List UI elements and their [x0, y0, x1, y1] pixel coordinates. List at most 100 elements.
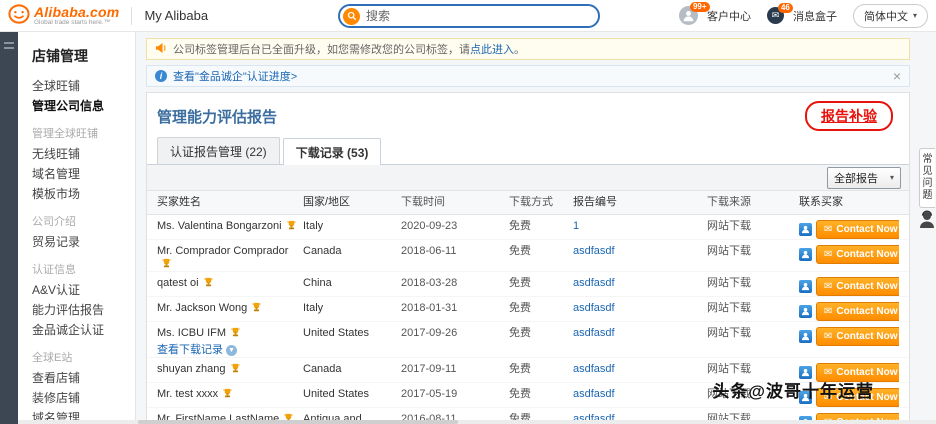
report-number-cell: asdfasdf: [573, 245, 707, 258]
message-box[interactable]: ✉ 46 消息盒子: [766, 3, 837, 24]
watermark-text: 头条@波哥十年运营: [712, 382, 874, 401]
buyer-name: Mr. Jackson Wong: [157, 302, 248, 314]
buyer-name-cell: Ms. ICBU IFM 查看下载记录 ▼: [157, 327, 303, 357]
certification-progress-link[interactable]: 查看"金品诚企"认证进度>: [173, 68, 297, 84]
report-number-link[interactable]: 1: [573, 220, 579, 232]
trophy-icon: [203, 277, 213, 287]
scrollbar-thumb[interactable]: [138, 420, 458, 424]
main-layout: 店铺管理 全球旺铺 管理公司信息 管理全球旺铺 无线旺铺 域名管理 模板市场 公司介绍 贸易记…: [0, 32, 936, 424]
sidebar-item[interactable]: 贸易记录: [18, 232, 135, 252]
buyer-name-cell: Ms. Valentina Bongarzoni: [157, 220, 303, 233]
upgrade-notice-text: 公司标签管理后台已全面升级，如您需修改您的公司标签，请点此进入。: [173, 44, 525, 56]
alibaba-logo[interactable]: Alibaba.com Global trade starts here.™: [8, 4, 119, 27]
customer-service-icon[interactable]: [919, 210, 935, 232]
trademanager-icon[interactable]: [799, 223, 812, 236]
buyer-name-cell: qatest oi: [157, 277, 303, 290]
download-time-cell: 2017-05-19: [401, 388, 458, 400]
tab-download-records[interactable]: 下载记录 (53): [282, 138, 382, 165]
trademanager-icon[interactable]: [799, 248, 812, 261]
chevron-down-icon[interactable]: ▼: [226, 345, 237, 356]
contact-now-button[interactable]: ✉Contact Now: [816, 220, 899, 239]
trademanager-icon[interactable]: [799, 330, 812, 343]
report-number-link[interactable]: asdfasdf: [573, 388, 615, 400]
info-icon: i: [155, 70, 167, 82]
report-number-link[interactable]: asdfasdf: [573, 327, 615, 339]
view-download-records-link[interactable]: 查看下载记录 ▼: [157, 344, 299, 357]
sidebar-item[interactable]: 全球旺铺: [18, 76, 135, 96]
download-source-cell: 网站下载: [707, 363, 751, 375]
buyer-name: Mr. Comprador Comprador: [157, 245, 289, 257]
contact-now-button[interactable]: ✉Contact Now: [816, 302, 899, 321]
close-icon[interactable]: ×: [893, 69, 901, 83]
chevron-down-icon: ▾: [912, 11, 917, 20]
col-header-download-time: 下载时间: [401, 196, 445, 208]
download-source-cell: 网站下载: [707, 245, 751, 257]
hamburger-icon[interactable]: [4, 42, 14, 49]
sidebar-item[interactable]: 模板市场: [18, 184, 135, 204]
search-input[interactable]: [366, 9, 598, 23]
horizontal-scrollbar[interactable]: [18, 420, 936, 424]
sidebar-item[interactable]: 管理公司信息: [18, 96, 135, 116]
sidebar-item[interactable]: 装修店铺: [18, 388, 135, 408]
content-area: 公司标签管理后台已全面升级，如您需修改您的公司标签，请点此进入。 i 查看"金品…: [136, 32, 918, 424]
buyer-name: qatest oi: [157, 277, 199, 289]
tab-bar: 认证报告管理 (22) 下载记录 (53): [147, 135, 909, 165]
report-number-link[interactable]: asdfasdf: [573, 245, 615, 257]
report-number-link[interactable]: asdfasdf: [573, 277, 615, 289]
download-source-cell: 网站下载: [707, 327, 751, 339]
sidebar-item[interactable]: A&V认证: [18, 280, 135, 300]
sidebar-item[interactable]: 无线旺铺: [18, 144, 135, 164]
sidebar-item[interactable]: 能力评估报告: [18, 300, 135, 320]
col-header-report-number: 报告编号: [573, 196, 617, 208]
tab-certification-reports[interactable]: 认证报告管理 (22): [157, 137, 280, 164]
report-number-link[interactable]: asdfasdf: [573, 363, 615, 375]
report-type-select[interactable]: 全部报告 ▾: [826, 166, 901, 189]
report-number-link[interactable]: asdfasdf: [573, 302, 615, 314]
right-edge-column: 常见问题: [918, 32, 936, 424]
collapsed-nav-strip[interactable]: [0, 32, 18, 424]
buyer-name-cell: Mr. test xxxx: [157, 388, 303, 401]
alibaba-logo-icon: [8, 4, 30, 27]
language-selector[interactable]: 简体中文 ▾: [852, 3, 928, 28]
table-row: Mr. Comprador Comprador Canada 2018-06-11 免…: [147, 240, 909, 272]
country-cell: United States: [303, 327, 370, 339]
envelope-icon: ✉: [824, 223, 833, 235]
country-cell: Italy: [303, 302, 324, 314]
trademanager-icon[interactable]: [799, 280, 812, 293]
user-center[interactable]: 99+ 客户中心: [678, 2, 751, 25]
search-box[interactable]: [338, 4, 600, 28]
filter-bar: 全部报告 ▾: [147, 165, 909, 191]
sidebar-section-label: 全球E站: [32, 352, 73, 364]
download-method-cell: 免费: [509, 363, 531, 375]
envelope-icon: ✉: [824, 280, 833, 292]
trophy-icon: [223, 388, 233, 398]
contact-now-button[interactable]: ✉Contact Now: [816, 277, 899, 296]
trademanager-icon[interactable]: [799, 305, 812, 318]
sidebar-item[interactable]: 域名管理: [18, 164, 135, 184]
search-icon[interactable]: [343, 7, 360, 25]
report-number-cell: asdfasdf: [573, 327, 707, 340]
message-box-label: 消息盒子: [792, 10, 837, 23]
upgrade-notice-link[interactable]: 点此进入: [470, 44, 514, 56]
sidebar-item[interactable]: 查看店铺: [18, 368, 135, 388]
contact-now-button[interactable]: ✉Contact Now: [816, 245, 899, 264]
logo-tagline: Global trade starts here.™: [34, 18, 111, 26]
table-header-row: 买家姓名 国家/地区 下载时间 下载方式 报告编号 下载来源 联系买家: [147, 191, 909, 215]
download-time-cell: 2017-09-26: [401, 327, 458, 339]
app-name[interactable]: My Alibaba: [144, 8, 208, 23]
topbar-right: 99+ 客户中心 ✉ 46 消息盒子 简体中文 ▾: [678, 2, 928, 28]
download-source-cell: 网站下载: [707, 302, 751, 314]
col-header-buyer-name: 买家姓名: [157, 196, 201, 208]
download-source-cell: 网站下载: [707, 220, 751, 232]
envelope-icon: ✉: [824, 330, 833, 342]
download-method-cell: 免费: [509, 327, 531, 339]
buyer-name-cell: Mr. Comprador Comprador: [157, 245, 303, 271]
language-label: 简体中文: [863, 10, 908, 23]
contact-now-button[interactable]: ✉Contact Now: [816, 327, 899, 346]
sidebar-item[interactable]: 金品诚企认证: [18, 320, 135, 340]
faq-vertical-tab[interactable]: 常见问题: [919, 148, 935, 208]
trophy-icon: [161, 258, 172, 268]
download-method-cell: 免费: [509, 220, 531, 232]
country-cell: Italy: [303, 220, 324, 232]
report-reverify-link[interactable]: 报告补验: [821, 108, 877, 124]
